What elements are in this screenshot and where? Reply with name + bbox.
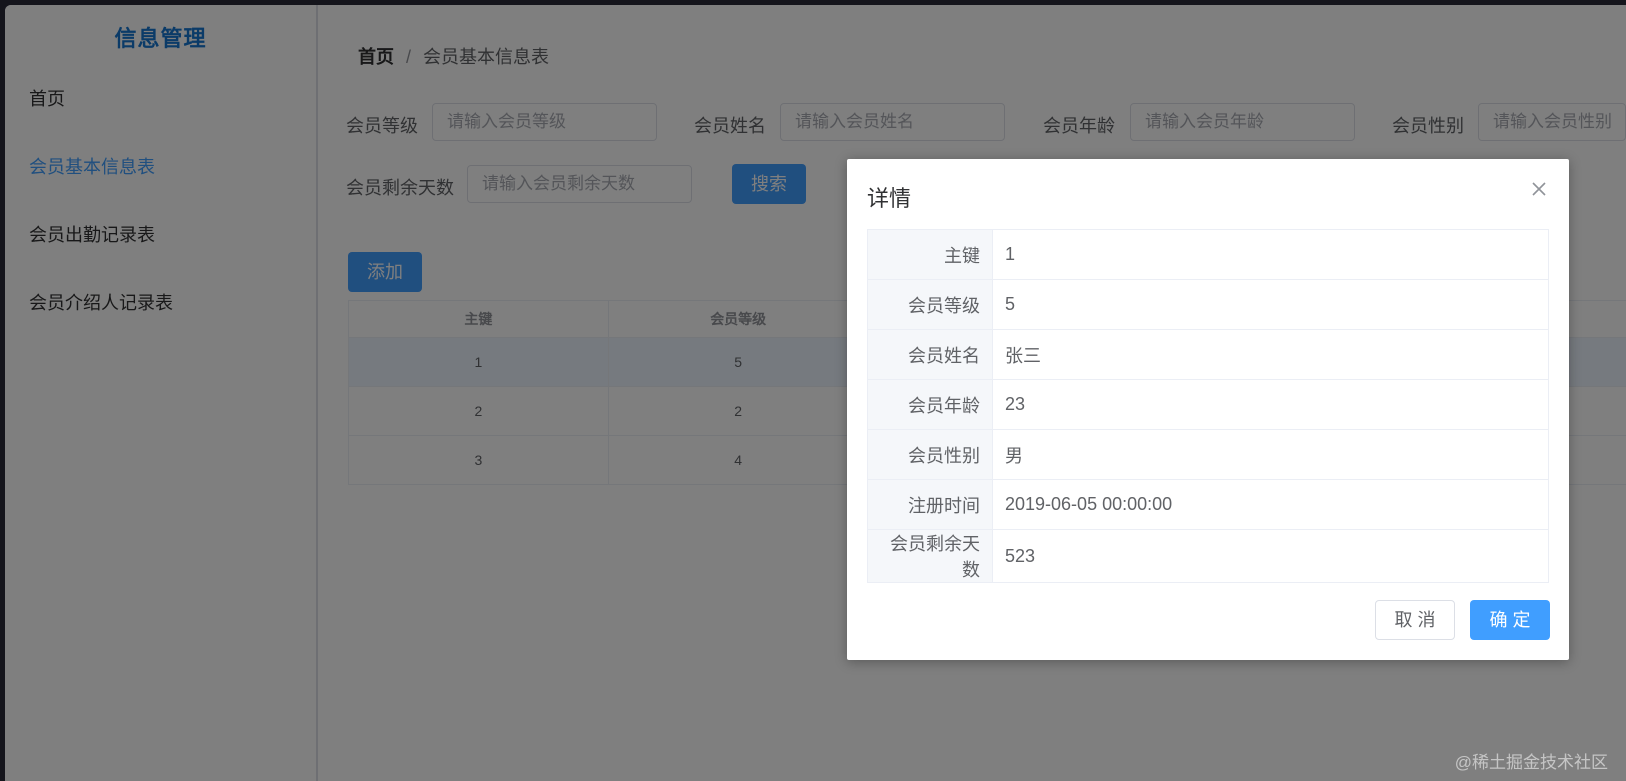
dialog-title: 详情	[867, 186, 912, 211]
detail-value: 23	[992, 379, 1549, 430]
detail-value: 523	[992, 529, 1549, 583]
detail-table: 主键 1 会员等级 5 会员姓名 张三 会员年龄 23 会员性别男 注册时间 2019-0…	[867, 229, 1549, 583]
confirm-button[interactable]: 确 定	[1470, 600, 1550, 640]
detail-key: 会员年龄	[867, 379, 993, 430]
detail-key: 会员性别	[867, 429, 993, 480]
detail-value: 2019-06-05 00:00:00	[992, 479, 1549, 530]
detail-key: 会员等级	[867, 279, 993, 330]
detail-row: 会员性别男	[867, 429, 1549, 480]
detail-value: 张三	[992, 329, 1549, 380]
detail-key: 主键	[867, 229, 993, 280]
detail-row: 会员姓名 张三	[867, 329, 1549, 380]
detail-row: 会员年龄 23	[867, 379, 1549, 430]
close-icon[interactable]	[1527, 177, 1551, 201]
detail-dialog: 详情 主键 1 会员等级 5 会员姓名 张三 会员年龄 23 会员性别男 注册时间 201…	[847, 159, 1569, 660]
detail-row: 注册时间 2019-06-05 00:00:00	[867, 479, 1549, 530]
detail-row: 主键 1	[867, 229, 1549, 280]
cancel-button[interactable]: 取 消	[1375, 600, 1455, 640]
detail-row: 会员剩余天数 523	[867, 529, 1549, 583]
detail-row: 会员等级 5	[867, 279, 1549, 330]
detail-value: 5	[992, 279, 1549, 330]
detail-key: 会员姓名	[867, 329, 993, 380]
detail-value: 1	[992, 229, 1549, 280]
detail-value: 男	[992, 429, 1549, 480]
watermark: @稀土掘金技术社区	[1454, 753, 1608, 772]
detail-key: 会员剩余天数	[867, 529, 993, 583]
detail-key: 注册时间	[867, 479, 993, 530]
